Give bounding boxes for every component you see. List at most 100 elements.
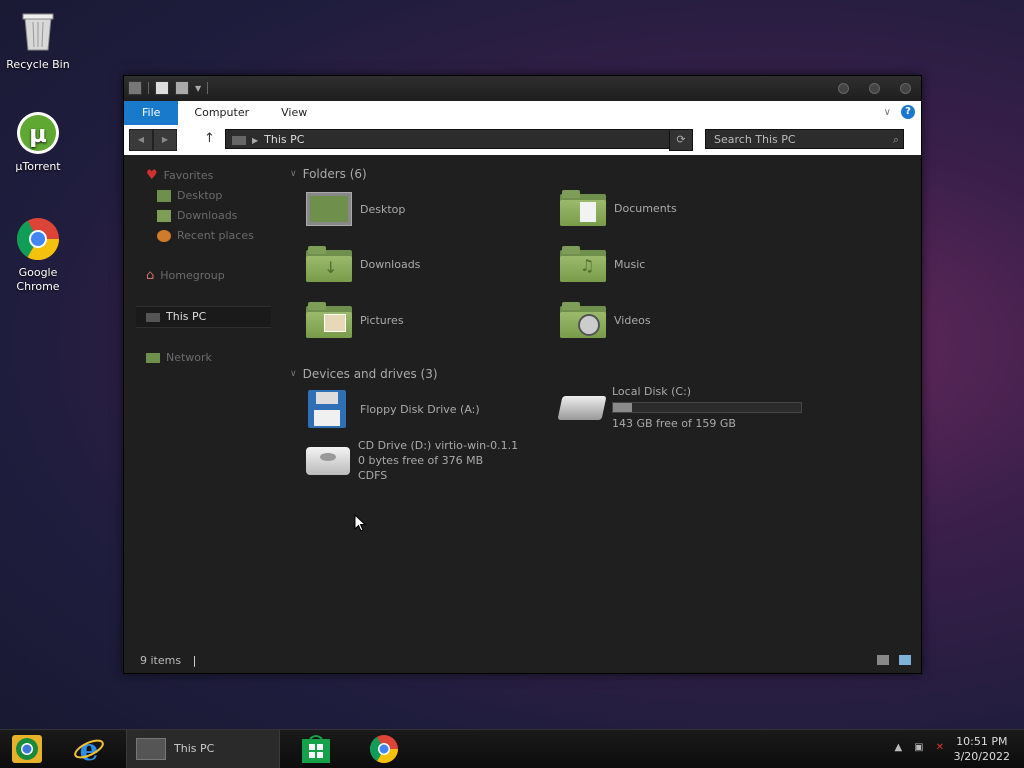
hard-disk-icon	[557, 395, 607, 420]
nav-item-network[interactable]: Network	[136, 348, 271, 368]
devices-section-header[interactable]: ∨ Devices and drives (3)	[290, 364, 921, 384]
videos-folder-icon	[560, 302, 606, 338]
taskbar: e This PC ▲ ▣ ✕ 10:51 PM 3/20/2022	[0, 729, 1024, 768]
search-icon[interactable]: ⌕	[893, 130, 899, 150]
taskbar-store[interactable]	[300, 733, 332, 765]
folder-pictures[interactable]: Pictures	[306, 302, 404, 338]
svg-text:µ: µ	[29, 120, 47, 148]
system-tray: ▲ ▣ ✕	[894, 742, 944, 753]
drive-free-space: 0 bytes free of 376 MB	[358, 454, 484, 467]
maximize-button[interactable]	[869, 83, 880, 94]
taskbar-chrome-canary[interactable]	[10, 733, 44, 765]
nav-item-label: This PC	[166, 310, 207, 323]
folder-desktop[interactable]: Desktop	[306, 192, 405, 226]
nav-item-label: Downloads	[177, 209, 238, 222]
expand-ribbon-icon[interactable]: ∨	[884, 107, 891, 118]
folder-downloads[interactable]: ↓ Downloads	[306, 246, 420, 282]
drive-free-space: 143 GB free of 159 GB	[612, 417, 736, 430]
nav-item-downloads[interactable]: Downloads	[136, 206, 271, 226]
taskbar-this-pc[interactable]: This PC	[126, 730, 280, 768]
chrome-icon	[370, 735, 398, 763]
network-icon	[146, 353, 160, 363]
nav-item-homegroup[interactable]: ⌂ Homegroup	[136, 266, 271, 286]
properties-icon[interactable]	[155, 81, 169, 95]
floppy-icon	[308, 390, 346, 428]
nav-item-label: Network	[166, 351, 212, 364]
explorer-window: ▼ File Computer View ∨ ? ◀ ▶ ↑ ▶ This PC …	[123, 75, 922, 674]
window-controls	[838, 83, 911, 94]
toolbar-divider	[148, 82, 149, 94]
search-placeholder: Search This PC	[714, 133, 796, 146]
drive-label: Floppy Disk Drive (A:)	[360, 402, 480, 416]
clock-date: 3/20/2022	[953, 750, 1010, 763]
collapse-icon[interactable]: ∨	[290, 164, 297, 184]
homegroup-icon: ⌂	[146, 268, 155, 283]
downloads-icon	[157, 210, 171, 222]
drive-filesystem: CDFS	[358, 469, 388, 482]
taskbar-chrome[interactable]	[368, 733, 400, 765]
status-divider: |	[192, 654, 197, 667]
minimize-button[interactable]	[838, 83, 849, 94]
folder-music[interactable]: ♫ Music	[560, 246, 645, 282]
devices-header-label: Devices and drives (3)	[302, 367, 438, 381]
store-icon	[302, 735, 330, 763]
details-view-icon[interactable]	[877, 655, 889, 665]
nav-item-desktop[interactable]: Desktop	[136, 186, 271, 206]
devices-grid: Floppy Disk Drive (A:) Local Disk (C:) 1…	[290, 384, 921, 514]
breadcrumb[interactable]: This PC	[264, 133, 304, 146]
volume-muted-icon[interactable]: ✕	[936, 742, 944, 753]
customize-quick-access-icon[interactable]: ▼	[195, 84, 201, 93]
item-count: 9 items	[140, 654, 182, 667]
search-input[interactable]: Search This PC ⌕	[705, 129, 904, 149]
nav-item-favorites[interactable]: ♥ Favorites	[136, 166, 271, 186]
collapse-icon[interactable]: ∨	[290, 364, 297, 384]
nav-item-recent-places[interactable]: Recent places	[136, 226, 271, 246]
drive-floppy[interactable]: Floppy Disk Drive (A:)	[308, 390, 480, 428]
folder-label: Videos	[614, 313, 651, 327]
taskbar-item-label: This PC	[174, 742, 215, 755]
toolbar-divider	[207, 82, 209, 94]
drive-local-c[interactable]: Local Disk (C:) 143 GB free of 159 GB	[557, 384, 802, 431]
breadcrumb-arrow-icon[interactable]: ▶	[252, 136, 258, 145]
taskbar-internet-explorer[interactable]: e	[72, 733, 106, 768]
nav-item-label: Favorites	[163, 169, 214, 182]
chrome-label: Google Chrome	[16, 266, 60, 293]
new-folder-icon[interactable]	[175, 81, 189, 95]
documents-folder-icon	[560, 190, 606, 226]
help-icon[interactable]: ?	[901, 105, 915, 119]
folder-documents[interactable]: Documents	[560, 190, 677, 226]
tab-view[interactable]: View	[265, 101, 323, 125]
folders-section-header[interactable]: ∨ Folders (6)	[290, 164, 921, 184]
refresh-button[interactable]: ⟳	[669, 129, 693, 151]
nav-item-this-pc[interactable]: This PC	[136, 306, 271, 328]
tab-computer[interactable]: Computer	[178, 101, 265, 125]
desktop-icon-chrome[interactable]: Google Chrome	[0, 216, 76, 294]
status-bar: 9 items |	[140, 654, 196, 667]
address-bar[interactable]: ▶ This PC	[225, 129, 689, 149]
quick-access-toolbar: ▼	[128, 81, 209, 95]
title-bar[interactable]: ▼	[124, 76, 921, 101]
recycle-bin-icon	[15, 8, 61, 54]
up-arrow-icon[interactable]: ↑	[204, 131, 215, 146]
drive-cd-d[interactable]: CD Drive (D:) virtio-win-0.1.1 0 bytes f…	[306, 438, 518, 483]
ribbon: File Computer View ∨ ?	[124, 101, 921, 125]
view-buttons	[877, 655, 911, 665]
folder-videos[interactable]: Videos	[560, 302, 651, 338]
close-button[interactable]	[900, 83, 911, 94]
desktop-icon-recycle-bin[interactable]: Recycle Bin	[0, 8, 76, 72]
clock[interactable]: 10:51 PM 3/20/2022	[954, 734, 1010, 764]
content-area: ♥ Favorites Desktop Downloads Recent pla…	[124, 156, 921, 673]
forward-button[interactable]: ▶	[153, 129, 177, 151]
drive-label: Local Disk (C:)	[612, 385, 692, 398]
show-hidden-icons-icon[interactable]: ▲	[894, 742, 902, 753]
large-icons-view-icon[interactable]	[899, 655, 911, 665]
network-icon[interactable]: ▣	[914, 742, 923, 753]
chrome-icon	[15, 216, 61, 262]
this-pc-icon	[136, 738, 166, 760]
folder-label: Music	[614, 257, 646, 271]
computer-icon	[128, 81, 142, 95]
disk-usage-fill	[613, 403, 632, 412]
back-button[interactable]: ◀	[129, 129, 153, 151]
tab-file[interactable]: File	[124, 101, 179, 125]
desktop-icon-utorrent[interactable]: µ µTorrent	[0, 110, 76, 174]
